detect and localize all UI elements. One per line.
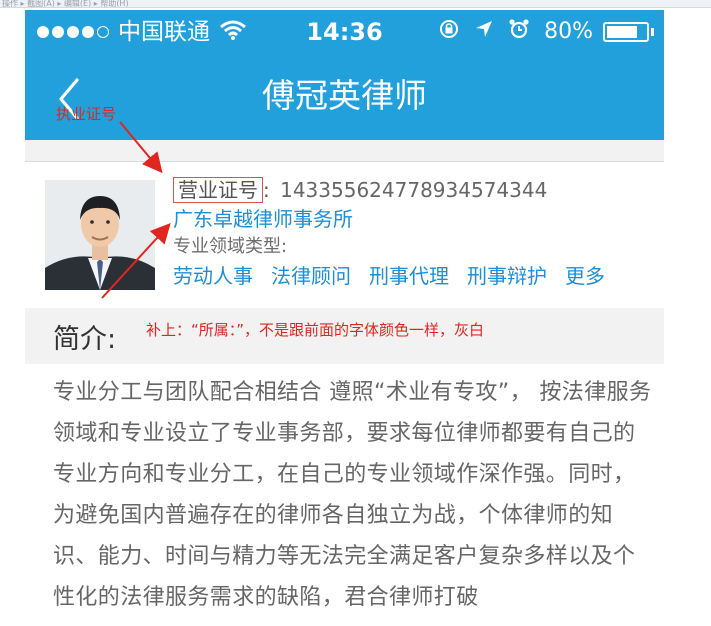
practice-tag-criminal-agent[interactable]: 刑事代理 xyxy=(369,262,449,290)
alarm-icon xyxy=(508,18,530,46)
page-title: 傅冠英律师 xyxy=(262,76,427,115)
nav-bar: 傅冠英律师 xyxy=(25,54,664,140)
annotation-affiliation-note: 补上：“所属：”，不是跟前面的字体颜色一样，灰白 xyxy=(146,321,485,339)
license-line: 营业证号: 143355624778934574344 xyxy=(173,176,653,204)
wifi-icon xyxy=(220,20,246,44)
status-left: 中国联通 xyxy=(37,18,246,46)
practice-tag-labor[interactable]: 劳动人事 xyxy=(173,262,253,290)
location-arrow-icon xyxy=(474,19,494,45)
lawyer-avatar[interactable] xyxy=(45,180,155,290)
status-right: 80% xyxy=(438,18,654,46)
battery-percentage: 80% xyxy=(544,19,593,44)
intro-title: 简介: xyxy=(53,324,117,355)
lawyer-profile-card[interactable]: 营业证号: 143355624778934574344 广东卓越律师事务所 专业… xyxy=(25,161,664,309)
practice-area-label: 专业领域类型: xyxy=(173,236,288,257)
signal-dot-empty-icon xyxy=(97,26,109,38)
practice-tag-criminal-defense[interactable]: 刑事辩护 xyxy=(467,262,547,290)
signal-dot-icon xyxy=(52,26,64,38)
lawyer-info: 营业证号: 143355624778934574344 广东卓越律师事务所 专业… xyxy=(173,176,653,290)
practice-area-tags: 劳动人事 法律顾问 刑事代理 刑事辩护 更多 xyxy=(173,262,653,290)
license-label: 营业证号 xyxy=(173,177,263,203)
intro-body: 专业分工与团队配合相结合 遵照“术业有专攻”， 按法律服务领域和专业设立了专业事… xyxy=(25,364,664,626)
status-bar: 中国联通 14:36 80% xyxy=(25,10,664,54)
battery-nub xyxy=(651,28,654,36)
phone-screen: 中国联通 14:36 80% 傅冠英律师 营业证号: 143355624778… xyxy=(25,10,664,626)
practice-tag-counsel[interactable]: 法律顾问 xyxy=(271,262,351,290)
battery-fill xyxy=(607,26,637,38)
signal-dot-icon xyxy=(37,26,49,38)
rotation-lock-icon xyxy=(438,18,460,46)
intro-text: 专业分工与团队配合相结合 遵照“术业有专攻”， 按法律服务领域和专业设立了专业事… xyxy=(53,380,652,610)
practice-tag-more[interactable]: 更多 xyxy=(565,262,605,290)
license-number: 143355624778934574344 xyxy=(280,178,548,202)
law-firm-link[interactable]: 广东卓越律师事务所 xyxy=(173,204,653,234)
battery-icon xyxy=(603,22,649,42)
signal-dot-icon xyxy=(67,26,79,38)
window-top-strip: 操作 ▸ 截图(A) ▸ 编辑(E) ▸ 帮助(H) xyxy=(0,0,711,8)
license-separator: : xyxy=(263,178,270,202)
signal-dot-icon xyxy=(82,26,94,38)
annotation-license-note: 执业证号 xyxy=(56,105,117,123)
carrier-name: 中国联通 xyxy=(118,19,210,45)
